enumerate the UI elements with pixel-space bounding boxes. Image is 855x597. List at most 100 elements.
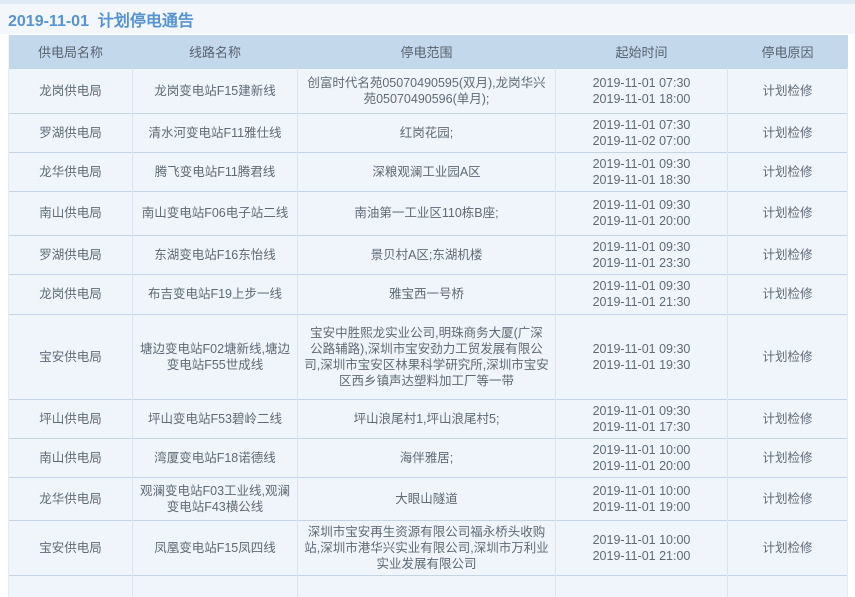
start-time: 2019-11-01 09:30: [562, 278, 721, 294]
cell-time: 2019-11-01 10:002019-11-01 20:00: [556, 438, 728, 477]
cell-time: 2019-11-01 09:302019-11-01 19:30: [556, 314, 728, 399]
header-row: 供电局名称 线路名称 停电范围 起始时间 停电原因: [9, 35, 848, 68]
cell-reason: 计划检修: [728, 438, 848, 477]
cell-time: 2019-11-01 09:302019-11-01 23:30: [556, 235, 728, 274]
cell-empty: [298, 575, 556, 597]
cell-bureau: 罗湖供电局: [9, 113, 133, 152]
cell-time: 2019-11-01 09:302019-11-01 20:00: [556, 191, 728, 235]
cell-reason: 计划检修: [728, 399, 848, 438]
start-time: 2019-11-01 10:00: [562, 483, 721, 499]
table-row: 龙华供电局腾飞变电站F11腾君线深粮观澜工业园A区2019-11-01 09:3…: [9, 152, 848, 191]
cell-scope: 大眼山隧道: [298, 477, 556, 520]
cell-time: 2019-11-01 09:302019-11-01 17:30: [556, 399, 728, 438]
end-time: 2019-11-01 23:30: [562, 255, 721, 271]
cell-scope: 海伴雅居;: [298, 438, 556, 477]
col-header-scope: 停电范围: [298, 35, 556, 68]
cell-scope: 南油第一工业区110栋B座;: [298, 191, 556, 235]
cell-bureau: 坪山供电局: [9, 399, 133, 438]
page-title: 2019-11-01 计划停电通告: [8, 7, 194, 31]
cell-reason: 计划检修: [728, 113, 848, 152]
start-time: 2019-11-01 10:00: [562, 532, 721, 548]
table-body: 龙岗供电局龙岗变电站F15建新线创富时代名苑05070490595(双月),龙岗…: [9, 68, 848, 597]
cell-bureau: 龙华供电局: [9, 152, 133, 191]
cell-bureau: 南山供电局: [9, 191, 133, 235]
end-time: 2019-11-01 19:00: [562, 499, 721, 515]
end-time: 2019-11-01 21:00: [562, 548, 721, 564]
start-time: 2019-11-01 09:30: [562, 197, 721, 213]
table-row: 龙华供电局观澜变电站F03工业线,观澜变电站F43横公线大眼山隧道2019-11…: [9, 477, 848, 520]
start-time: 2019-11-01 07:30: [562, 117, 721, 133]
cell-time: 2019-11-01 09:302019-11-01 18:30: [556, 152, 728, 191]
cell-reason: 计划检修: [728, 152, 848, 191]
cell-line: 凤凰变电站F15凤四线: [133, 520, 298, 575]
table-row: 罗湖供电局东湖变电站F16东怡线景贝村A区;东湖机楼2019-11-01 09:…: [9, 235, 848, 274]
cell-scope: 红岗花园;: [298, 113, 556, 152]
start-time: 2019-11-01 09:30: [562, 341, 721, 357]
cell-empty: [9, 575, 133, 597]
table-row: 宝安供电局塘边变电站F02塘新线,塘边变电站F55世成线宝安中胜熙龙实业公司,明…: [9, 314, 848, 399]
end-time: 2019-11-01 18:30: [562, 172, 721, 188]
cell-reason: 计划检修: [728, 520, 848, 575]
cell-scope: 创富时代名苑05070490595(双月),龙岗华兴苑05070490596(单…: [298, 68, 556, 113]
cell-reason: 计划检修: [728, 235, 848, 274]
table-row: 宝安供电局凤凰变电站F15凤四线深圳市宝安再生资源有限公司福永桥头收购站,深圳市…: [9, 520, 848, 575]
cell-reason: 计划检修: [728, 191, 848, 235]
start-time: 2019-11-01 09:30: [562, 403, 721, 419]
cell-scope: 坪山浪尾村1,坪山浪尾村5;: [298, 399, 556, 438]
cell-line: 坪山变电站F53碧岭二线: [133, 399, 298, 438]
end-time: 2019-11-01 21:30: [562, 294, 721, 310]
cell-line: 观澜变电站F03工业线,观澜变电站F43横公线: [133, 477, 298, 520]
cell-time: 2019-11-01 10:002019-11-01 21:00: [556, 520, 728, 575]
cell-bureau: 龙华供电局: [9, 477, 133, 520]
end-time: 2019-11-01 18:00: [562, 91, 721, 107]
cell-bureau: 罗湖供电局: [9, 235, 133, 274]
col-header-start-time: 起始时间: [556, 35, 728, 68]
table-row-partial: [9, 575, 848, 597]
col-header-bureau: 供电局名称: [9, 35, 133, 68]
cell-bureau: 宝安供电局: [9, 314, 133, 399]
table-header: 供电局名称 线路名称 停电范围 起始时间 停电原因: [9, 35, 848, 68]
start-time: 2019-11-01 09:30: [562, 156, 721, 172]
col-header-reason: 停电原因: [728, 35, 848, 68]
cell-scope: 深圳市宝安再生资源有限公司福永桥头收购站,深圳市港华兴实业有限公司,深圳市万利业…: [298, 520, 556, 575]
cell-scope: 深粮观澜工业园A区: [298, 152, 556, 191]
cell-empty: [728, 575, 848, 597]
title-bar: 2019-11-01 计划停电通告: [0, 4, 855, 34]
cell-time: 2019-11-01 09:302019-11-01 21:30: [556, 274, 728, 314]
end-time: 2019-11-01 19:30: [562, 357, 721, 373]
start-time: 2019-11-01 09:30: [562, 239, 721, 255]
cell-line: 塘边变电站F02塘新线,塘边变电站F55世成线: [133, 314, 298, 399]
cell-empty: [556, 575, 728, 597]
end-time: 2019-11-01 20:00: [562, 458, 721, 474]
cell-reason: 计划检修: [728, 477, 848, 520]
end-time: 2019-11-01 17:30: [562, 419, 721, 435]
cell-reason: 计划检修: [728, 314, 848, 399]
cell-scope: 雅宝西一号桥: [298, 274, 556, 314]
cell-line: 清水河变电站F11雅仕线: [133, 113, 298, 152]
cell-bureau: 宝安供电局: [9, 520, 133, 575]
cell-line: 布吉变电站F19上步一线: [133, 274, 298, 314]
table-row: 坪山供电局坪山变电站F53碧岭二线坪山浪尾村1,坪山浪尾村5;2019-11-0…: [9, 399, 848, 438]
col-header-line: 线路名称: [133, 35, 298, 68]
cell-empty: [133, 575, 298, 597]
cell-time: 2019-11-01 10:002019-11-01 19:00: [556, 477, 728, 520]
table-row: 南山供电局南山变电站F06电子站二线南油第一工业区110栋B座;2019-11-…: [9, 191, 848, 235]
cell-time: 2019-11-01 07:302019-11-01 18:00: [556, 68, 728, 113]
cell-bureau: 南山供电局: [9, 438, 133, 477]
cell-reason: 计划检修: [728, 68, 848, 113]
end-time: 2019-11-02 07:00: [562, 133, 721, 149]
table-row: 罗湖供电局清水河变电站F11雅仕线红岗花园;2019-11-01 07:3020…: [9, 113, 848, 152]
cell-line: 南山变电站F06电子站二线: [133, 191, 298, 235]
cell-bureau: 龙岗供电局: [9, 68, 133, 113]
cell-bureau: 龙岗供电局: [9, 274, 133, 314]
cell-line: 东湖变电站F16东怡线: [133, 235, 298, 274]
end-time: 2019-11-01 20:00: [562, 213, 721, 229]
table-row: 南山供电局湾厦变电站F18诺德线海伴雅居;2019-11-01 10:00201…: [9, 438, 848, 477]
cell-scope: 景贝村A区;东湖机楼: [298, 235, 556, 274]
start-time: 2019-11-01 07:30: [562, 75, 721, 91]
cell-line: 龙岗变电站F15建新线: [133, 68, 298, 113]
table-row: 龙岗供电局龙岗变电站F15建新线创富时代名苑05070490595(双月),龙岗…: [9, 68, 848, 113]
outage-table: 供电局名称 线路名称 停电范围 起始时间 停电原因 龙岗供电局龙岗变电站F15建…: [8, 35, 848, 597]
start-time: 2019-11-01 10:00: [562, 442, 721, 458]
cell-time: 2019-11-01 07:302019-11-02 07:00: [556, 113, 728, 152]
